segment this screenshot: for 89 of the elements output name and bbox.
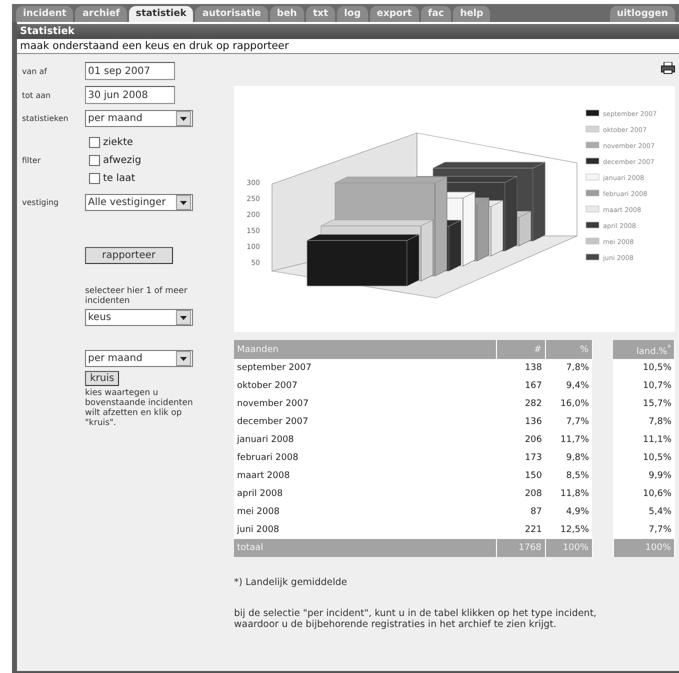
table-cell: 282: [496, 395, 545, 413]
table-cell: 100%: [545, 539, 592, 557]
column-header: #: [496, 340, 545, 359]
dropdown-arrow-icon: [180, 116, 187, 120]
column-header: Maanden: [234, 340, 496, 359]
page-title: Statistiek: [17, 22, 679, 39]
nav-tab[interactable]: txt: [306, 6, 336, 22]
table-cell: 11,8%: [545, 485, 592, 503]
field-label: filter: [22, 156, 42, 165]
dropdown-arrow-icon: [180, 200, 187, 204]
dropdown-arrow-icon: [180, 356, 187, 360]
column-header: %: [545, 340, 592, 359]
date-field[interactable]: 01 sep 2007: [85, 62, 175, 80]
table-cell: juni 2008: [234, 521, 496, 539]
table-cell: maart 2008: [234, 467, 496, 485]
checkbox[interactable]: [89, 155, 100, 166]
table-cell: 87: [496, 503, 545, 521]
nav-tab[interactable]: fac: [420, 6, 452, 22]
table-cell: oktober 2007: [234, 377, 496, 395]
table-cell: mei 2008: [234, 503, 496, 521]
table-cell: 138: [496, 359, 545, 377]
footnote-text: *) Landelijk gemiddelde: [234, 577, 348, 588]
statistics-select[interactable]: per maand: [85, 110, 193, 127]
table-cell: februari 2008: [234, 449, 496, 467]
field-label: statistieken: [22, 114, 70, 123]
table-cell: 7,7%: [613, 521, 674, 539]
table-cell: 167: [496, 377, 545, 395]
nav-tab[interactable]: incident: [16, 6, 74, 22]
table-cell: 9,9%: [613, 467, 674, 485]
table-cell: 10,5%: [613, 359, 674, 377]
nav-tab[interactable]: statistiek: [128, 6, 194, 22]
table-cell: 7,7%: [545, 413, 592, 431]
checkbox[interactable]: [89, 137, 100, 148]
table-cell: totaal: [234, 539, 496, 557]
cross-select[interactable]: per maand: [85, 350, 193, 367]
table-cell: 7,8%: [613, 413, 674, 431]
field-label: van af: [22, 66, 48, 76]
logout-tab[interactable]: uitloggen: [610, 6, 675, 22]
table-cell: december 2007: [234, 413, 496, 431]
incidents-select[interactable]: keus: [85, 309, 193, 326]
table-cell: 100%: [613, 539, 674, 557]
table-cell: 12,5%: [545, 521, 592, 539]
date-field[interactable]: 30 jun 2008: [85, 86, 175, 104]
table-cell: 221: [496, 521, 545, 539]
nav-tab[interactable]: autorisatie: [195, 6, 268, 22]
table-cell: 15,7%: [613, 395, 674, 413]
nav-tab[interactable]: log: [337, 6, 368, 22]
table-cell: april 2008: [234, 485, 496, 503]
table-cell: 10,6%: [613, 485, 674, 503]
table-cell: 4,9%: [545, 503, 592, 521]
hint-text: selecteer hier 1 of meer incidenten: [85, 286, 188, 306]
table-cell: november 2007: [234, 395, 496, 413]
table-cell: 10,7%: [613, 377, 674, 395]
table-cell: 136: [496, 413, 545, 431]
checkbox-label: te laat: [103, 173, 136, 184]
printer-icon[interactable]: [661, 62, 675, 74]
table-cell: 173: [496, 449, 545, 467]
table-cell: 16,0%: [545, 395, 592, 413]
field-label: tot aan: [22, 90, 52, 100]
report-button[interactable]: rapporteer: [85, 247, 173, 264]
checkbox-label: afwezig: [103, 155, 142, 166]
dropdown-arrow-icon: [180, 316, 187, 320]
table-cell: 206: [496, 431, 545, 449]
table-cell: september 2007: [234, 359, 496, 377]
nav-tab[interactable]: archief: [75, 6, 127, 22]
note-text: bij de selectie "per incident", kunt u in de tabel klikken op het type incident, waardoor u de bijbehorende registraties in het archief te zien krijgt.: [234, 608, 598, 630]
checkbox-label: ziekte: [103, 137, 134, 148]
table-cell: 8,5%: [545, 467, 592, 485]
table-cell: 150: [496, 467, 545, 485]
nav-tab[interactable]: export: [370, 6, 419, 22]
table-cell: 1768: [496, 539, 545, 557]
column-header: land.%$^{*}$: [613, 340, 674, 359]
table-cell: 9,8%: [545, 449, 592, 467]
table-cell: 208: [496, 485, 545, 503]
table-cell: 7,8%: [545, 359, 592, 377]
table-cell: 11,1%: [613, 431, 674, 449]
hint-text: kies waartegen u bovenstaande incidenten wilt afzetten en klik op "kruis".: [85, 388, 194, 428]
instruction-text: maak onderstaand een keus en druk op rapporteer: [17, 39, 679, 54]
branch-select[interactable]: Alle vestiginger: [85, 194, 193, 211]
field-label: vestiging: [22, 198, 60, 207]
table-cell: 9,4%: [545, 377, 592, 395]
table-cell: januari 2008: [234, 431, 496, 449]
table-cell: 5,4%: [613, 503, 674, 521]
nav-tab[interactable]: beh: [270, 6, 304, 22]
table-cell: 11,7%: [545, 431, 592, 449]
nav-tab[interactable]: help: [453, 6, 490, 22]
table-cell: 10,5%: [613, 449, 674, 467]
checkbox[interactable]: [89, 173, 100, 184]
cross-button[interactable]: kruis: [85, 371, 120, 386]
